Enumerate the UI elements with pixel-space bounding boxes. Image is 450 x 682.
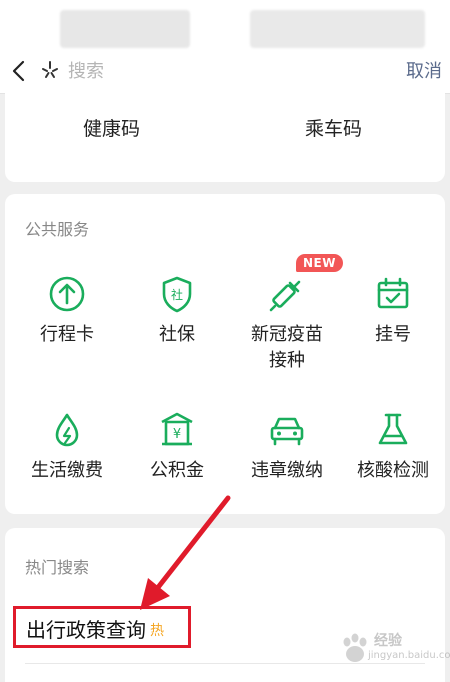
service-label: 核酸检测	[357, 460, 429, 481]
svg-text:¥: ¥	[173, 427, 181, 442]
paw-logo-icon	[343, 633, 367, 662]
search-input[interactable]	[68, 58, 368, 84]
service-label: 公积金	[150, 460, 204, 481]
baidu-jingyan-watermark: 经验 jingyan.baidu.com	[338, 628, 450, 672]
service-traffic-fine[interactable]: 违章缴纳	[232, 408, 342, 484]
new-badge: NEW	[296, 254, 343, 272]
service-housing-fund[interactable]: ¥ 公积金	[122, 408, 232, 484]
up-arrow-circle-icon	[49, 276, 85, 312]
public-services-title: 公共服务	[25, 220, 90, 239]
status-bar-blur-left	[60, 10, 190, 48]
syringe-icon	[269, 280, 301, 312]
hot-search-title: 热门搜索	[25, 558, 90, 577]
service-label: 行程卡	[40, 324, 94, 345]
service-label: 挂号	[375, 324, 411, 345]
status-bar	[0, 0, 450, 50]
service-utility-payment[interactable]: 生活缴费	[12, 408, 122, 484]
public-services-card: 公共服务 行程卡 社 社保 NEW 新冠疫苗 接种 挂号 生活缴费 ¥ 公积金 …	[5, 194, 445, 514]
health-code-button[interactable]: 健康码	[83, 114, 140, 141]
cancel-button[interactable]: 取消	[404, 57, 444, 85]
yuan-building-icon: ¥	[161, 412, 193, 446]
service-label: 新冠疫苗 接种	[251, 324, 323, 371]
service-registration[interactable]: 挂号	[338, 272, 448, 348]
flask-icon	[378, 413, 408, 445]
watermark-text: 经验	[374, 633, 402, 649]
service-label: 生活缴费	[31, 460, 103, 481]
search-header: 取消	[0, 50, 450, 94]
codes-card: 健康码 乘车码	[5, 92, 445, 182]
hot-tag: 热	[150, 623, 164, 639]
calendar-check-icon	[377, 277, 409, 309]
service-covid-vaccine[interactable]: NEW 新冠疫苗 接种	[232, 254, 343, 374]
annotation-arrow	[140, 495, 231, 610]
droplet-bolt-icon	[55, 413, 79, 447]
service-itinerary-card[interactable]: 行程卡	[12, 272, 122, 348]
watermark-url: jingyan.baidu.com	[368, 650, 450, 661]
svg-text:社: 社	[171, 287, 183, 302]
car-icon	[270, 417, 304, 446]
status-bar-blur-right	[250, 10, 425, 48]
service-social-security[interactable]: 社 社保	[122, 272, 232, 348]
service-label: 违章缴纳	[251, 460, 323, 481]
service-label: 社保	[159, 324, 195, 345]
back-icon[interactable]	[8, 58, 30, 84]
sparkle-icon	[42, 61, 58, 78]
shield-icon: 社	[162, 276, 192, 313]
transit-code-button[interactable]: 乘车码	[305, 114, 362, 141]
hot-search-item-label: 出行政策查询	[26, 618, 146, 642]
service-nucleic-test[interactable]: 核酸检测	[338, 408, 448, 484]
